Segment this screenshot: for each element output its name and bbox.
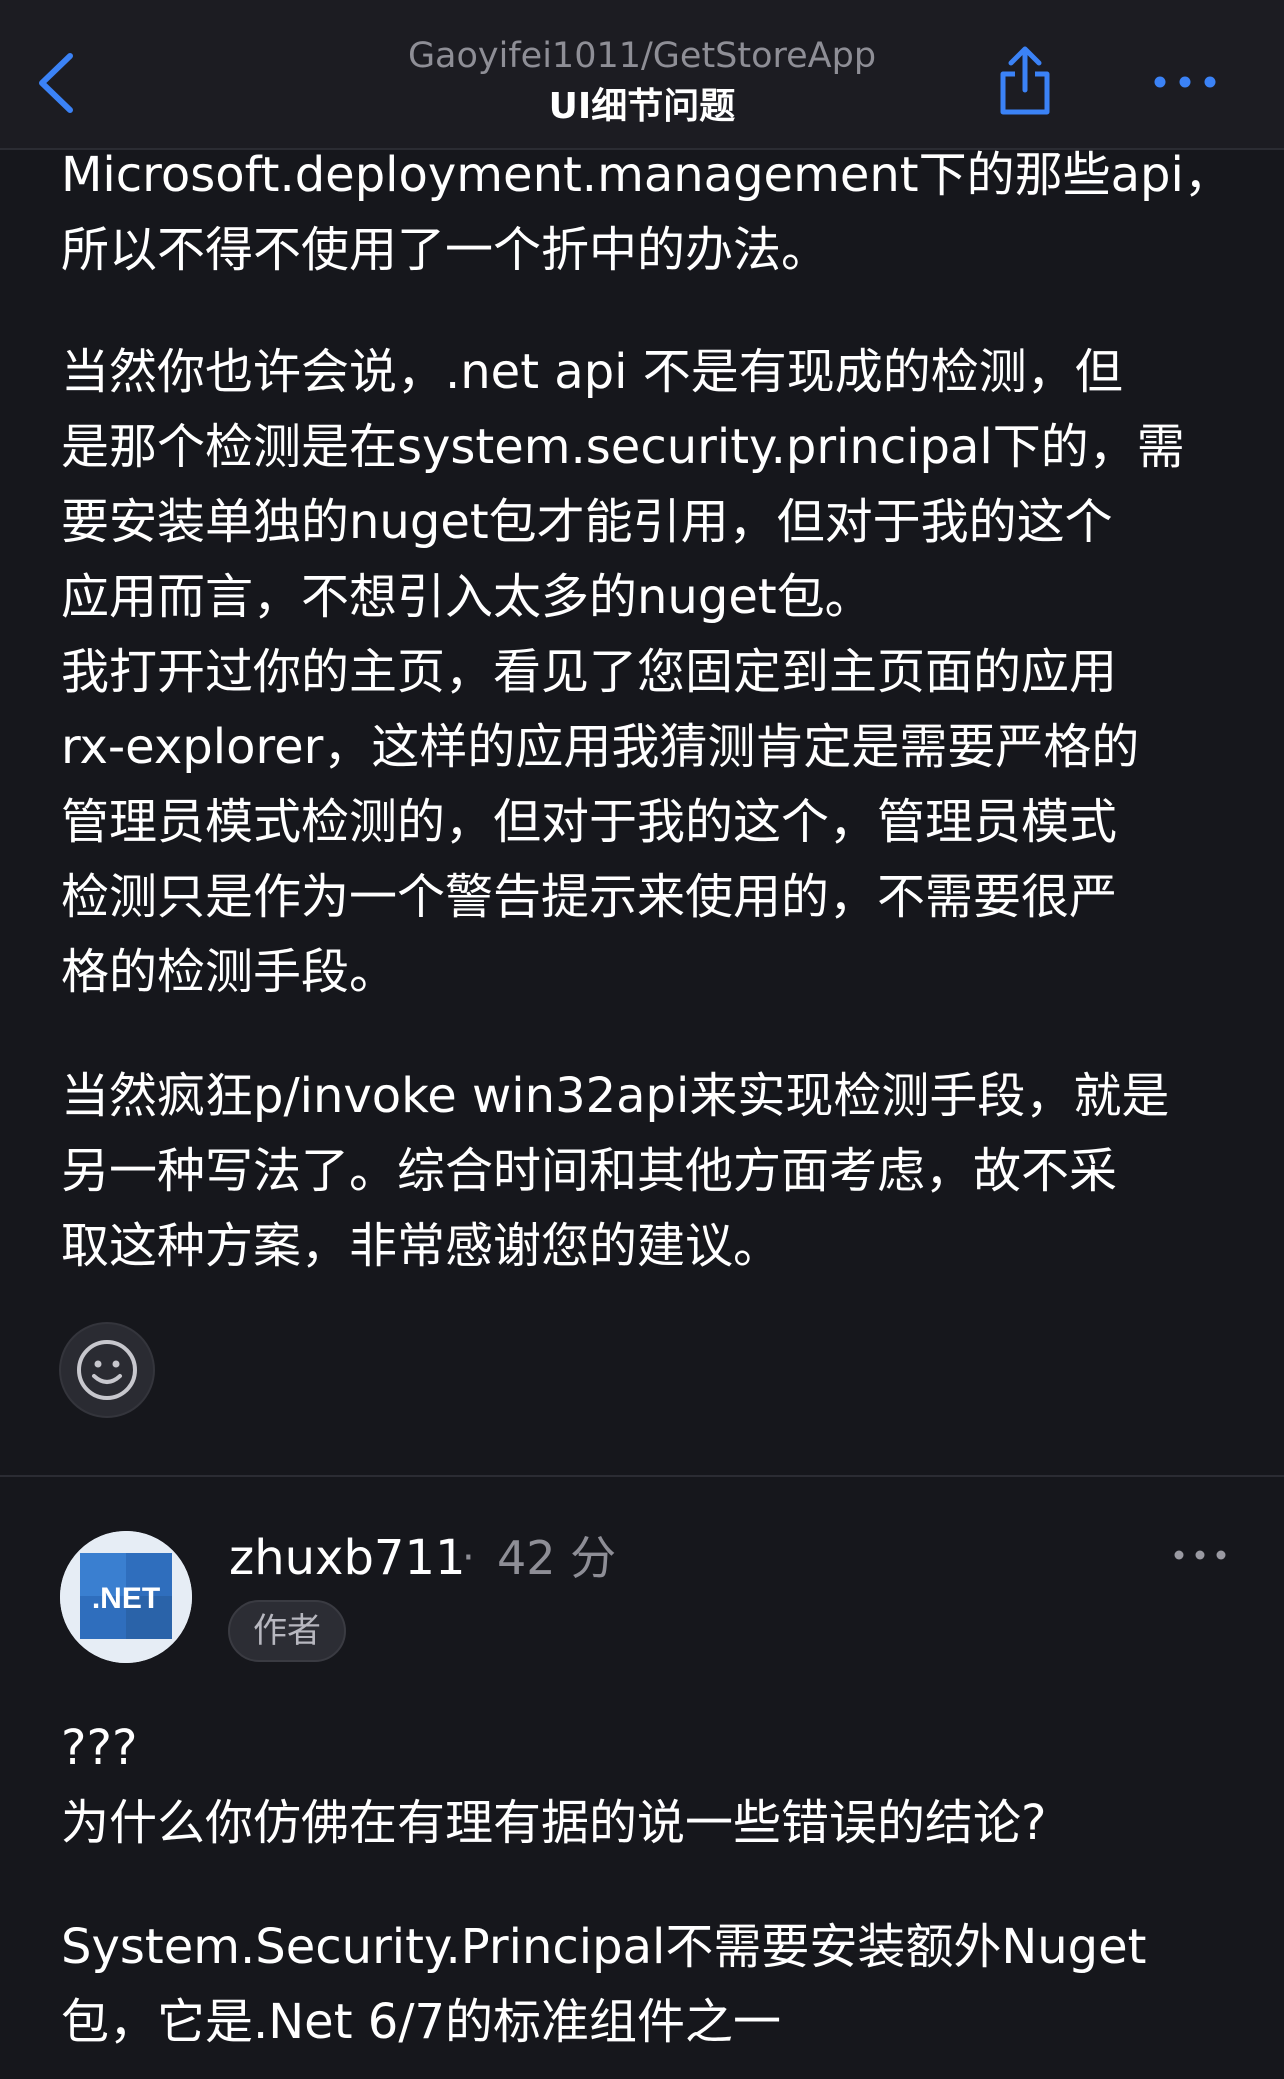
back-button[interactable]	[34, 48, 84, 118]
share-icon	[1000, 46, 1050, 115]
ellipsis-icon	[1174, 1550, 1226, 1560]
share-button[interactable]	[996, 44, 1054, 118]
comment-paragraph: 当然你也许会说，.net api 不是有现成的检测，但 是那个检测是在syste…	[61, 335, 1221, 1010]
avatar-label: .NET	[92, 1582, 160, 1615]
comment-time: 42 分	[497, 1531, 617, 1585]
text-line: 是那个检测是在system.security.principal下的，需	[61, 419, 1185, 475]
smiley-icon	[77, 1340, 137, 1400]
avatar[interactable]: .NET	[60, 1531, 192, 1663]
text-line: 所以不得不使用了一个折中的办法。	[61, 222, 830, 278]
issue-title: UI细节问题	[548, 86, 736, 127]
comment-paragraph: ??? 为什么你仿佛在有理有据的说一些错误的结论?	[61, 1711, 1221, 1861]
text-line: 包，它是.Net 6/7的标准组件之一	[61, 1994, 782, 2050]
comment-more-button[interactable]	[1172, 1540, 1228, 1570]
comment-paragraph: 当然疯狂p/invoke win32api来实现检测手段，就是 另一种写法了。综…	[61, 1059, 1221, 1284]
username[interactable]: zhuxb711	[229, 1528, 466, 1588]
header-titles: Gaoyifei1011/GetStoreApp UI细节问题	[250, 30, 1034, 132]
comment-divider	[0, 1475, 1284, 1477]
text-line: ???	[61, 1720, 138, 1776]
dotnet-logo-icon: .NET	[60, 1531, 192, 1663]
ellipsis-icon	[1154, 76, 1216, 88]
comment-paragraph: System.Security.Principal不需要安装额外Nuget 包，…	[61, 1910, 1221, 2060]
more-options-button[interactable]	[1150, 62, 1220, 102]
add-reaction-button[interactable]	[59, 1322, 155, 1418]
navigation-header: Gaoyifei1011/GetStoreApp UI细节问题	[0, 0, 1284, 150]
text-line: System.Security.Principal不需要安装额外Nuget	[61, 1919, 1147, 1975]
text-line: 当然你也许会说，.net api 不是有现成的检测，但	[61, 344, 1123, 400]
text-line: 检测只是作为一个警告提示来使用的，不需要很严	[61, 869, 1118, 925]
text-line: 管理员模式检测的，但对于我的这个，管理员模式	[61, 794, 1118, 850]
repo-name: Gaoyifei1011/GetStoreApp	[407, 36, 877, 76]
text-line: 为什么你仿佛在有理有据的说一些错误的结论?	[61, 1795, 1047, 1851]
meta-separator: ·	[462, 1535, 475, 1581]
text-line: 我打开过你的主页，看见了您固定到主页面的应用	[61, 644, 1118, 700]
chevron-left-icon	[39, 53, 73, 113]
text-line: 取这种方案，非常感谢您的建议。	[61, 1218, 782, 1274]
text-line: 应用而言，不想引入太多的nuget包。	[61, 569, 873, 625]
text-line: 当然疯狂p/invoke win32api来实现检测手段，就是	[61, 1068, 1170, 1124]
text-line: 要安装单独的nuget包才能引用，但对于我的这个	[61, 494, 1113, 550]
comment-paragraph: Microsoft.deployment.management下的那些api， …	[61, 138, 1232, 288]
text-line: rx-explorer，这样的应用我猜测肯定是需要严格的	[61, 719, 1140, 775]
author-badge: 作者	[228, 1600, 346, 1662]
text-line: 格的检测手段。	[61, 944, 398, 1000]
text-line: 另一种写法了。综合时间和其他方面考虑，故不采	[61, 1143, 1118, 1199]
